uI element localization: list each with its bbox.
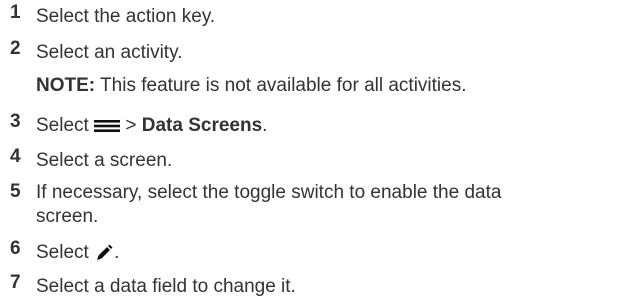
step-5: 5 If necessary, select the toggle switch… [0, 181, 501, 229]
step-6: 6 Select . [0, 238, 119, 267]
step-text: Select an activity. [36, 42, 183, 63]
menu-icon [94, 119, 121, 133]
note: NOTE: This feature is not available for … [36, 71, 467, 100]
menu-path-bold: Data Screens [141, 115, 263, 136]
step-text: Select the action key. [36, 6, 216, 27]
note-label: NOTE: [36, 75, 96, 96]
step-text: Select . [36, 238, 119, 267]
step-suffix: . [114, 242, 120, 263]
step-7: 7 Select a data field to change it. [0, 272, 296, 301]
step-number: 5 [10, 181, 21, 202]
step-suffix: . [262, 115, 268, 136]
step-number: 6 [10, 238, 21, 259]
step-3: 3 Select > Data Screens. [0, 111, 267, 140]
step-1: 1 Select the action key. [0, 2, 215, 31]
note-text: This feature is not available for all ac… [95, 75, 467, 96]
pencil-icon [94, 243, 114, 263]
step-prefix: Select [36, 115, 95, 136]
step-4: 4 Select a screen. [0, 146, 172, 175]
step-number: 3 [10, 111, 21, 132]
step-number: 2 [10, 38, 21, 59]
step-text: Select a screen. [36, 150, 173, 171]
step-number: 7 [10, 272, 21, 293]
step-text: If necessary, select the toggle switch t… [36, 182, 502, 203]
step-text-continued: screen. [36, 206, 99, 227]
step-2: 2 Select an activity. NOTE: This feature… [0, 38, 467, 100]
step-text: Select > Data Screens. [36, 111, 267, 140]
step-text: Select a data field to change it. [36, 276, 296, 297]
step-prefix: Select [36, 242, 95, 263]
step-separator: > [120, 115, 142, 136]
step-number: 4 [10, 146, 21, 167]
step-number: 1 [10, 2, 21, 23]
